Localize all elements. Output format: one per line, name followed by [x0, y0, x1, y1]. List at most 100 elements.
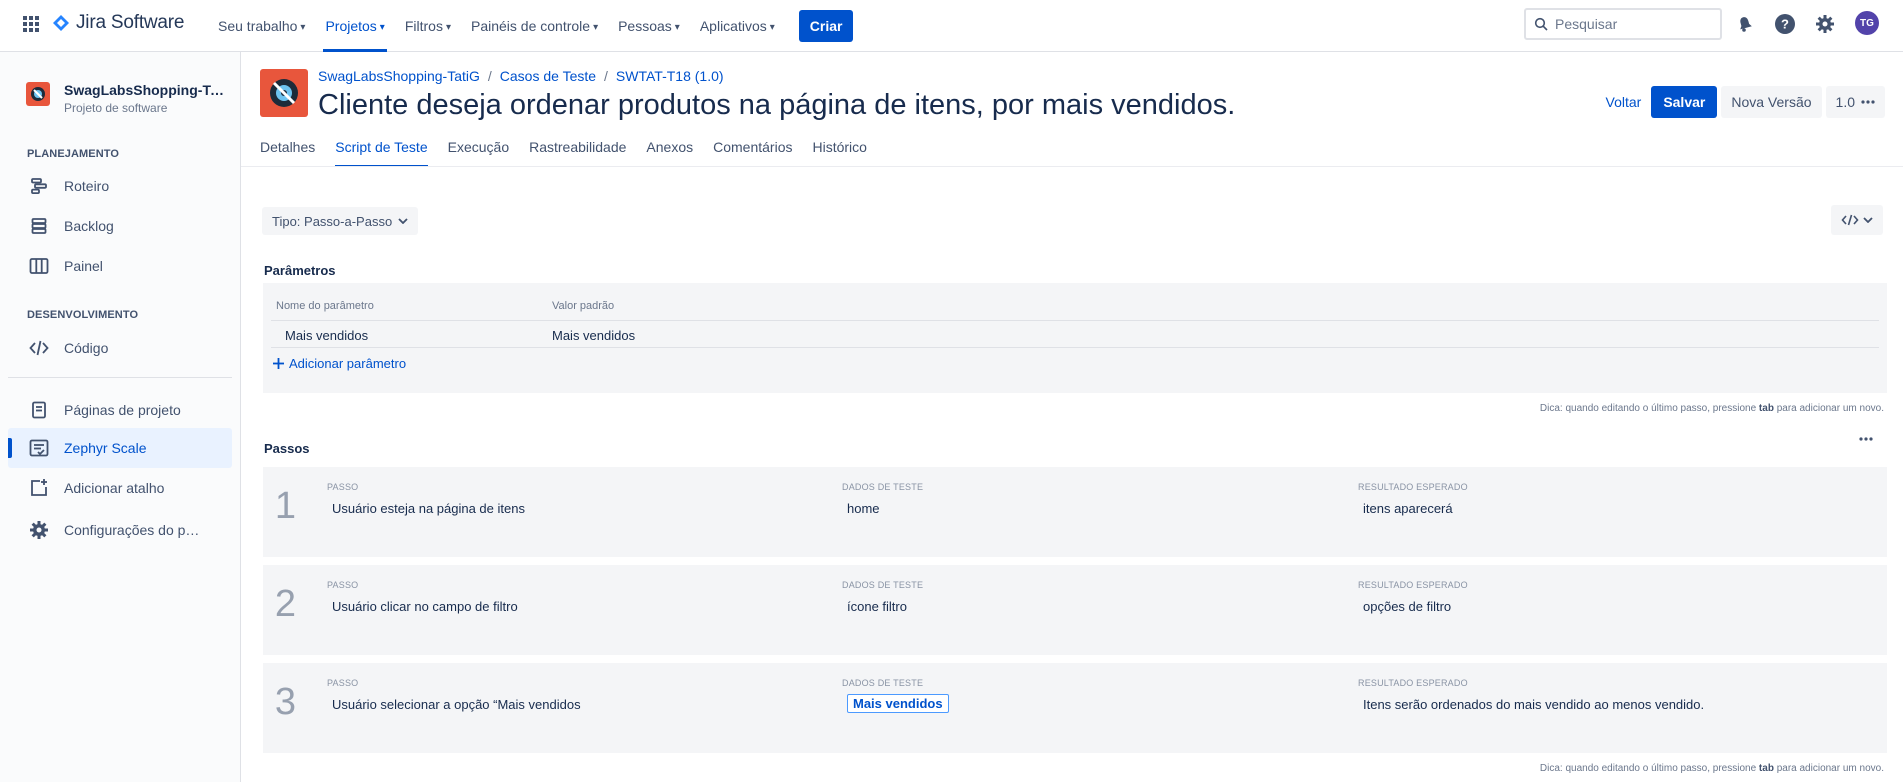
project-header[interactable]: SwagLabsShopping-TatiG Projeto de softwa…	[26, 82, 224, 115]
table-divider	[271, 320, 1879, 321]
tab-historico[interactable]: Histórico	[812, 139, 866, 167]
expected-result-text: itens aparecerá	[1363, 501, 1453, 516]
steps-title: Passos	[264, 441, 310, 456]
breadcrumb-test-cases[interactable]: Casos de Teste	[500, 68, 596, 84]
tab-comentarios[interactable]: Comentários	[713, 139, 792, 167]
step-number: 1	[274, 485, 297, 527]
sidebar-item-board[interactable]: Painel	[8, 246, 232, 286]
breadcrumb-separator: /	[604, 68, 608, 84]
tab-anexos[interactable]: Anexos	[646, 139, 693, 167]
step-row[interactable]: 1 PASSO Usuário esteja na página de iten…	[263, 467, 1887, 557]
sidebar-item-add-shortcut[interactable]: Adicionar atalho	[8, 468, 232, 508]
test-data-cell[interactable]: DADOS DE TESTE home	[842, 482, 923, 516]
sidebar-item-backlog[interactable]: Backlog	[8, 206, 232, 246]
back-button[interactable]: Voltar	[1600, 86, 1648, 118]
parameter-chip[interactable]: Mais vendidos	[847, 694, 949, 713]
sidebar-item-zephyr-scale[interactable]: Zephyr Scale	[8, 428, 232, 468]
nav-paineis[interactable]: Painéis de controle ▾	[461, 0, 608, 52]
hint-prefix: Dica: quando editando o último passo, pr…	[1539, 403, 1757, 414]
sidebar-divider	[8, 377, 232, 378]
step-row[interactable]: 3 PASSO Usuário selecionar a opção “Mais…	[263, 663, 1887, 753]
code-view-toggle[interactable]	[1831, 205, 1883, 235]
page-icon	[28, 399, 50, 421]
chevron-down-icon: ▾	[593, 21, 599, 33]
project-sidebar: SwagLabsShopping-TatiG Projeto de softwa…	[0, 52, 241, 782]
tab-bar: Detalhes Script de Teste Execução Rastre…	[260, 139, 867, 167]
save-button[interactable]: Salvar	[1651, 86, 1718, 118]
new-version-button[interactable]: Nova Versão	[1721, 86, 1822, 118]
nav-seu-trabalho[interactable]: Seu trabalho ▾	[208, 0, 315, 52]
sidebar-item-code[interactable]: Código	[8, 328, 232, 368]
tab-rastreabilidade[interactable]: Rastreabilidade	[529, 139, 626, 167]
sidebar-item-label: Painel	[64, 258, 103, 274]
breadcrumb-project[interactable]: SwagLabsShopping-TatiG	[318, 68, 480, 84]
expected-result-cell[interactable]: RESULTADO ESPERADO itens aparecerá	[1358, 482, 1468, 516]
step-row[interactable]: 2 PASSO Usuário clicar no campo de filtr…	[263, 565, 1887, 655]
create-button[interactable]: Criar	[798, 10, 854, 42]
expected-result-cell[interactable]: RESULTADO ESPERADO Itens serão ordenados…	[1358, 678, 1704, 712]
app-switcher-icon[interactable]	[21, 14, 41, 34]
step-cell[interactable]: PASSO Usuário clicar no campo de filtro	[327, 580, 518, 614]
user-avatar[interactable]: TG	[1855, 11, 1879, 35]
add-parameter-button[interactable]: Adicionar parâmetro	[273, 356, 406, 371]
tab-execucao[interactable]: Execução	[448, 139, 509, 167]
test-data-column-label: DADOS DE TESTE	[842, 482, 924, 492]
top-navigation: Jira Software Seu trabalho ▾ Projetos ▾ Fi…	[0, 0, 1903, 52]
param-name-cell[interactable]: Mais vendidos	[285, 328, 368, 343]
help-icon[interactable]: ?	[1773, 12, 1797, 36]
more-icon	[1861, 100, 1875, 104]
jira-logo[interactable]: Jira Software	[52, 12, 184, 34]
sidebar-item-label: Zephyr Scale	[64, 440, 147, 456]
hint-suffix: para adicionar um novo.	[1776, 403, 1884, 414]
header-divider	[241, 166, 1903, 167]
search-input[interactable]	[1555, 16, 1715, 32]
notifications-icon[interactable]	[1733, 12, 1757, 36]
sidebar-item-project-pages[interactable]: Páginas de projeto	[8, 390, 232, 430]
section-development: DESENVOLVIMENTO	[27, 309, 139, 321]
test-data-text: home	[847, 501, 880, 516]
step-text: Usuário esteja na página de itens	[332, 501, 525, 516]
code-icon	[1841, 214, 1859, 226]
sidebar-item-label: Adicionar atalho	[64, 480, 165, 496]
tab-detalhes[interactable]: Detalhes	[260, 139, 315, 167]
version-menu-button[interactable]: 1.0	[1825, 86, 1885, 118]
sidebar-item-label: Backlog	[64, 218, 114, 234]
test-data-value: Mais vendidos	[842, 694, 949, 713]
test-data-cell[interactable]: DADOS DE TESTE ícone filtro	[842, 580, 923, 614]
project-avatar-icon	[26, 82, 50, 106]
hint-prefix: Dica: quando editando o último passo, pr…	[1539, 763, 1757, 774]
expected-result-column-label: RESULTADO ESPERADO	[1358, 580, 1468, 590]
nav-label: Pessoas	[618, 18, 672, 34]
sidebar-item-project-settings[interactable]: Configurações do projeto	[8, 510, 232, 550]
test-data-cell[interactable]: DADOS DE TESTE Mais vendidos	[842, 678, 949, 713]
chevron-down-icon	[1863, 217, 1873, 223]
chevron-down-icon: ▾	[300, 21, 306, 33]
board-icon	[28, 255, 50, 277]
brand-name: Jira Software	[76, 12, 185, 33]
expected-result-text: Itens serão ordenados do mais vendido ao…	[1363, 697, 1705, 712]
nav-label: Seu trabalho	[218, 18, 298, 34]
script-type-label: Tipo: Passo-a-Passo	[272, 213, 393, 229]
nav-projetos[interactable]: Projetos ▾	[315, 0, 394, 52]
search-box[interactable]	[1524, 8, 1722, 40]
script-type-select[interactable]: Tipo: Passo-a-Passo	[262, 207, 419, 235]
breadcrumb-test-case-key[interactable]: SWTAT-T18 (1.0)	[616, 68, 724, 84]
sidebar-item-roadmap[interactable]: Roteiro	[8, 166, 232, 206]
expected-result-cell[interactable]: RESULTADO ESPERADO opções de filtro	[1358, 580, 1468, 614]
step-cell[interactable]: PASSO Usuário esteja na página de itens	[327, 482, 525, 516]
steps-more-icon[interactable]	[1859, 437, 1873, 441]
tab-script-de-teste[interactable]: Script de Teste	[335, 139, 428, 167]
nav-filtros[interactable]: Filtros ▾	[395, 0, 461, 52]
project-type: Projeto de software	[64, 101, 168, 115]
nav-aplicativos[interactable]: Aplicativos ▾	[690, 0, 785, 52]
settings-gear-icon[interactable]	[1813, 12, 1837, 36]
parameters-title: Parâmetros	[264, 263, 336, 278]
breadcrumb: SwagLabsShopping-TatiG / Casos de Teste …	[318, 68, 724, 84]
param-default-cell[interactable]: Mais vendidos	[552, 328, 635, 343]
step-cell[interactable]: PASSO Usuário selecionar a opção “Mais v…	[327, 678, 581, 712]
nav-pessoas[interactable]: Pessoas ▾	[608, 0, 690, 52]
step-number: 2	[274, 583, 297, 625]
backlog-icon	[28, 215, 50, 237]
parameters-table: Nome do parâmetro Valor padrão Mais vend…	[263, 283, 1887, 393]
jira-diamond-icon	[52, 14, 70, 32]
